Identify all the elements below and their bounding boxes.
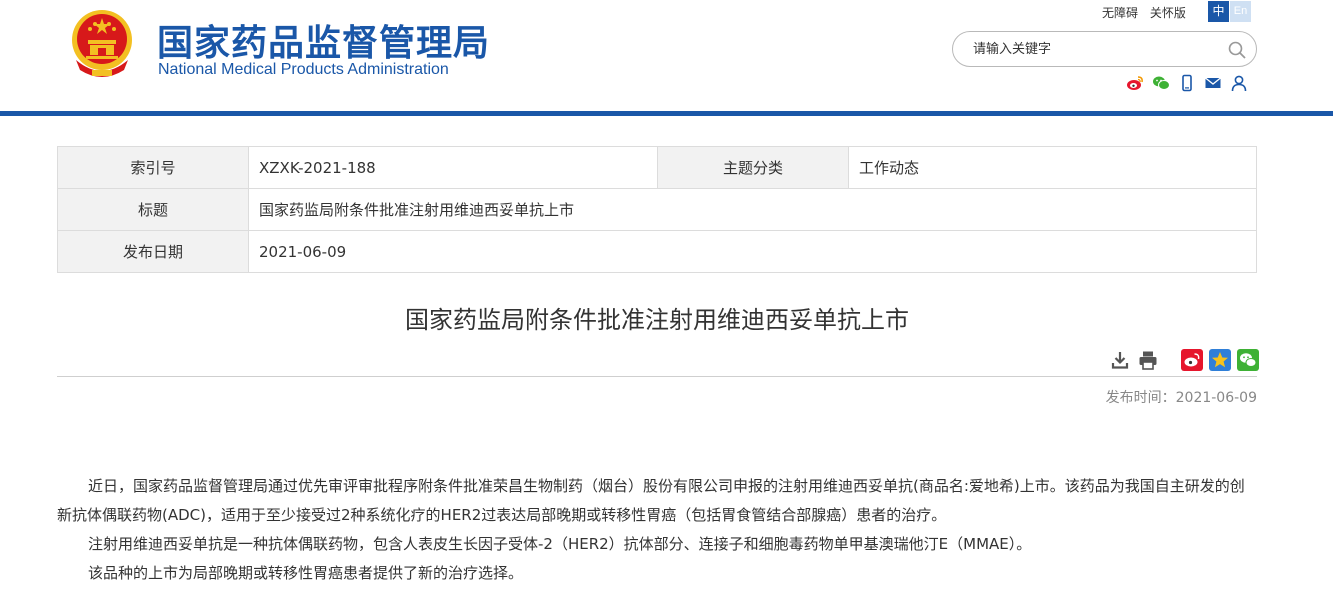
article-paragraph: 该品种的上市为局部晚期或转移性胃癌患者提供了新的治疗选择。 — [88, 564, 524, 582]
care-mode-link[interactable]: 关怀版 — [1150, 6, 1186, 20]
index-value: XZXK-2021-188 — [248, 146, 658, 189]
search-input[interactable] — [973, 39, 1223, 59]
publish-time: 发布时间：2021-06-09 — [1105, 390, 1257, 406]
article-title: 国家药监局附条件批准注射用维迪西妥单抗上市 — [405, 306, 909, 334]
lang-en-button[interactable]: En — [1230, 1, 1251, 22]
site-title[interactable]: 国家药品监督管理局 — [157, 14, 490, 66]
accessibility-link[interactable]: 无障碍 — [1102, 6, 1138, 20]
article-tools — [1109, 348, 1259, 372]
share-wechat-icon[interactable] — [1237, 349, 1259, 371]
national-emblem-icon[interactable] — [68, 8, 136, 80]
top-links: 无障碍 关怀版 — [1102, 4, 1194, 21]
topic-label: 主题分类 — [657, 146, 849, 189]
share-weibo-icon[interactable] — [1181, 349, 1203, 371]
weibo-icon[interactable] — [1126, 74, 1144, 92]
table-row: 发布日期 2021-06-09 — [57, 230, 1257, 273]
article-paragraph: 近日，国家药品监督管理局通过优先审评审批程序附条件批准荣昌生物制药（烟台）股份有… — [57, 477, 1245, 524]
lang-zh-button[interactable]: 中 — [1208, 1, 1229, 22]
title-divider — [57, 376, 1257, 377]
header-divider-bar — [0, 111, 1333, 116]
site-subtitle[interactable]: National Medical Products Administration — [158, 61, 449, 79]
user-icon[interactable] — [1230, 74, 1248, 92]
title-label: 标题 — [57, 188, 249, 231]
mobile-icon[interactable] — [1178, 74, 1196, 92]
download-icon[interactable] — [1109, 349, 1131, 371]
mail-icon[interactable] — [1204, 74, 1222, 92]
article-paragraph: 注射用维迪西妥单抗是一种抗体偶联药物，包含人表皮生长因子受体-2（HER2）抗体… — [88, 535, 1032, 553]
search-icon[interactable] — [1227, 40, 1247, 60]
article-meta-table: 索引号 XZXK-2021-188 主题分类 工作动态 标题 国家药监局附条件批… — [57, 146, 1257, 273]
date-label: 发布日期 — [57, 230, 249, 273]
table-row: 标题 国家药监局附条件批准注射用维迪西妥单抗上市 — [57, 188, 1257, 231]
site-header: 国家药品监督管理局 National Medical Products Admi… — [0, 0, 1333, 112]
title-value: 国家药监局附条件批准注射用维迪西妥单抗上市 — [248, 188, 1257, 231]
topic-value: 工作动态 — [848, 146, 1257, 189]
print-icon[interactable] — [1137, 349, 1159, 371]
wechat-icon[interactable] — [1152, 74, 1170, 92]
favorite-icon[interactable] — [1209, 349, 1231, 371]
index-label: 索引号 — [57, 146, 249, 189]
table-row: 索引号 XZXK-2021-188 主题分类 工作动态 — [57, 146, 1257, 189]
social-links — [1126, 74, 1248, 94]
date-value: 2021-06-09 — [248, 230, 1257, 273]
search-box — [952, 31, 1257, 67]
article-body: 近日，国家药品监督管理局通过优先审评审批程序附条件批准荣昌生物制药（烟台）股份有… — [57, 472, 1259, 588]
